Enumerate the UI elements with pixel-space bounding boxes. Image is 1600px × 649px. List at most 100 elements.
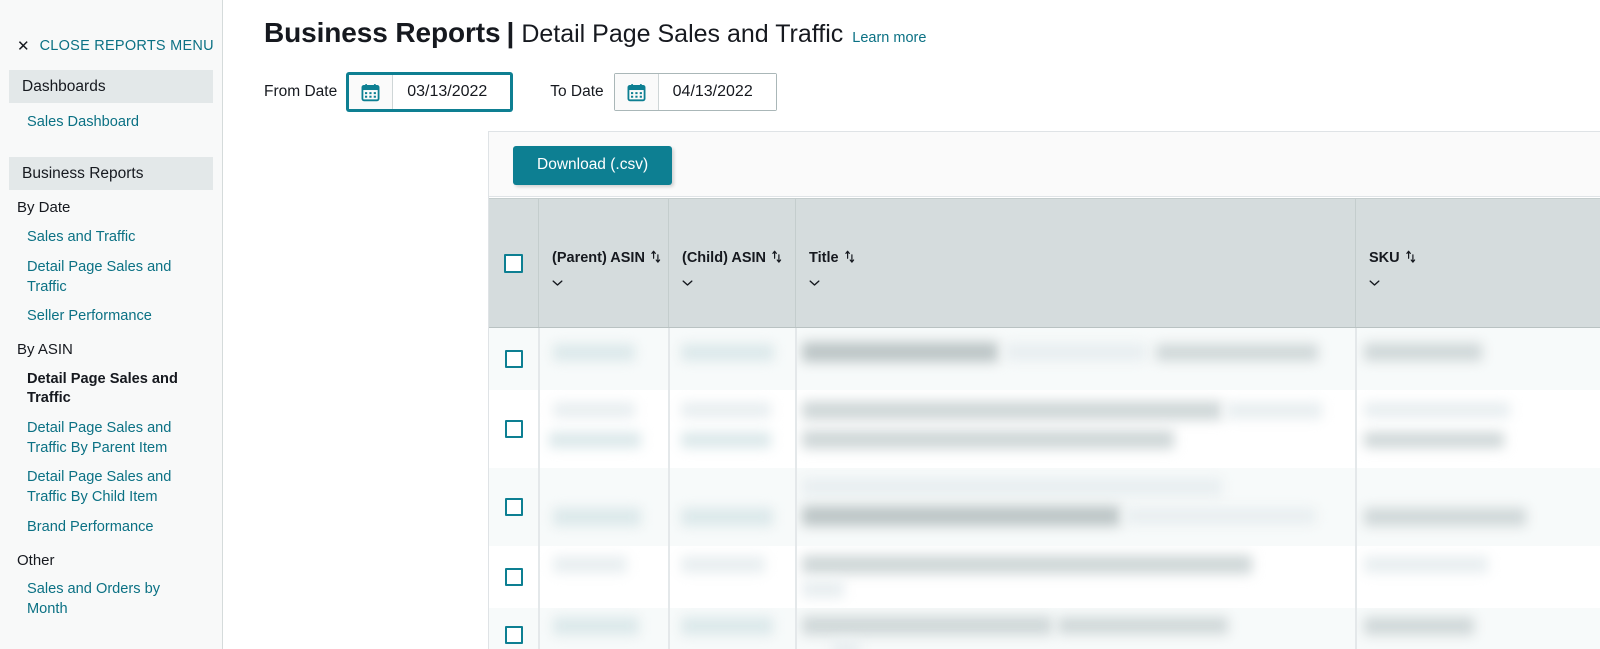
redacted-value: [802, 580, 844, 598]
table-row[interactable]: [489, 390, 1600, 468]
sidebar-item-detail-page-sales-and-traffic-by-asin[interactable]: Detail Page Sales and Traffic: [0, 365, 222, 414]
row-select-cell: [489, 468, 539, 546]
sidebar-subsection-by-asin: By ASIN: [17, 340, 73, 358]
sidebar-item-detail-page-sales-and-traffic-by-parent-item[interactable]: Detail Page Sales and Traffic By Parent …: [0, 414, 222, 463]
to-date-input[interactable]: 04/13/2022: [658, 74, 776, 110]
redacted-value: [681, 432, 771, 448]
from-date-field[interactable]: 03/13/2022: [347, 73, 513, 111]
cell-title: [796, 608, 1356, 649]
sidebar-item-seller-performance[interactable]: Seller Performance: [0, 302, 222, 332]
table-header-row: (Parent) ASIN (Child) ASIN Title SKU: [489, 198, 1600, 328]
from-date-input[interactable]: 03/13/2022: [393, 75, 511, 109]
sidebar-item-detail-page-sales-and-traffic-by-date[interactable]: Detail Page Sales and Traffic: [0, 253, 222, 302]
select-all-checkbox[interactable]: [504, 253, 523, 273]
sidebar-item-detail-page-sales-and-traffic-by-child-item[interactable]: Detail Page Sales and Traffic By Child I…: [0, 463, 222, 512]
redacted-value: [549, 432, 641, 448]
redacted-value: [1226, 402, 1322, 419]
sidebar-item-sales-and-traffic[interactable]: Sales and Traffic: [0, 223, 222, 253]
page-title-separator: |: [506, 17, 515, 48]
cell-parent-asin: [539, 546, 669, 608]
cell-title: [796, 390, 1356, 468]
redacted-value: [553, 617, 639, 635]
table-header-sku[interactable]: SKU: [1356, 199, 1600, 327]
redacted-value: [1364, 556, 1488, 573]
redacted-value: [553, 402, 635, 418]
column-divider: [539, 328, 540, 649]
chevron-down-icon[interactable]: [809, 274, 820, 286]
sidebar-item-sales-and-orders-by-month[interactable]: Sales and Orders by Month: [0, 575, 222, 624]
column-divider: [796, 328, 797, 649]
sidebar-section-dashboards: Dashboards: [9, 70, 213, 104]
page-title: Business Reports | Detail Page Sales and…: [264, 0, 1600, 49]
row-checkbox[interactable]: [504, 498, 523, 516]
redacted-value: [681, 556, 765, 573]
learn-more-link[interactable]: Learn more: [852, 30, 926, 46]
redacted-value: [832, 640, 860, 649]
column-divider: [1356, 328, 1357, 649]
sort-arrows-icon[interactable]: [1405, 250, 1417, 264]
row-checkbox[interactable]: [504, 568, 523, 586]
table-header-title[interactable]: Title: [796, 199, 1356, 327]
close-icon: ✕: [17, 37, 30, 55]
redacted-value: [1156, 344, 1318, 361]
redacted-value: [681, 617, 773, 635]
redacted-value: [1126, 508, 1316, 524]
row-checkbox[interactable]: [504, 626, 523, 644]
row-select-cell: [489, 328, 539, 390]
row-select-cell: [489, 608, 539, 649]
download-csv-button[interactable]: Download (.csv): [513, 146, 673, 185]
sort-arrows-icon[interactable]: [771, 250, 783, 264]
cell-parent-asin: [539, 328, 669, 390]
redacted-value: [802, 401, 1222, 420]
table-row[interactable]: [489, 468, 1600, 546]
sidebar-nav: Dashboards Sales Dashboard Business Repo…: [0, 70, 222, 625]
main-content: Business Reports | Detail Page Sales and…: [223, 0, 1600, 649]
sort-arrows-icon[interactable]: [844, 250, 856, 264]
to-date-field[interactable]: 04/13/2022: [613, 73, 777, 111]
sort-arrows-icon[interactable]: [650, 250, 662, 264]
cell-parent-asin: [539, 468, 669, 546]
close-reports-menu-button[interactable]: ✕ CLOSE REPORTS MENU: [0, 0, 222, 54]
sidebar-item-sales-dashboard[interactable]: Sales Dashboard: [0, 108, 222, 138]
business-reports-page: ✕ CLOSE REPORTS MENU Dashboards Sales Da…: [0, 0, 1600, 649]
chevron-down-icon[interactable]: [682, 274, 693, 286]
column-label: (Child) ASIN: [682, 250, 767, 266]
redacted-value: [681, 508, 773, 526]
cell-parent-asin: [539, 608, 669, 649]
chevron-down-icon[interactable]: [1369, 274, 1380, 286]
row-checkbox[interactable]: [504, 420, 523, 438]
table-header-select-all-cell: [489, 199, 539, 327]
redacted-value: [1006, 343, 1146, 361]
table-toolbar: Download (.csv): [489, 132, 1600, 197]
cell-sku: [1356, 608, 1600, 649]
calendar-icon[interactable]: [349, 75, 394, 109]
chevron-down-icon[interactable]: [552, 274, 563, 286]
column-divider: [669, 328, 670, 649]
sidebar-section-business-reports: Business Reports: [9, 157, 213, 191]
cell-child-asin: [669, 328, 796, 390]
table-header-child-asin[interactable]: (Child) ASIN: [669, 199, 796, 327]
redacted-value: [802, 506, 1120, 526]
cell-title: [796, 328, 1356, 390]
row-select-cell: [489, 390, 539, 468]
row-checkbox[interactable]: [504, 350, 523, 368]
table-row[interactable]: [489, 546, 1600, 608]
calendar-icon[interactable]: [614, 74, 659, 110]
redacted-value: [802, 555, 1252, 574]
cell-title: [796, 468, 1356, 546]
redacted-value: [553, 344, 635, 361]
redacted-value: [802, 616, 1052, 635]
column-label: (Parent) ASIN: [552, 250, 645, 266]
table-row[interactable]: [489, 328, 1600, 390]
redacted-value: [1364, 617, 1474, 635]
table-row[interactable]: [489, 608, 1600, 649]
redacted-value: [802, 342, 998, 362]
cell-child-asin: [669, 546, 796, 608]
cell-sku: [1356, 390, 1600, 468]
date-filter-row: From Date 03/13/2022 To Date 04/13/2022: [264, 73, 1600, 111]
sidebar-item-brand-performance[interactable]: Brand Performance: [0, 513, 222, 543]
redacted-value: [553, 508, 641, 526]
from-date-label: From Date: [264, 83, 338, 100]
table-header-parent-asin[interactable]: (Parent) ASIN: [539, 199, 669, 327]
redacted-value: [1364, 343, 1482, 361]
